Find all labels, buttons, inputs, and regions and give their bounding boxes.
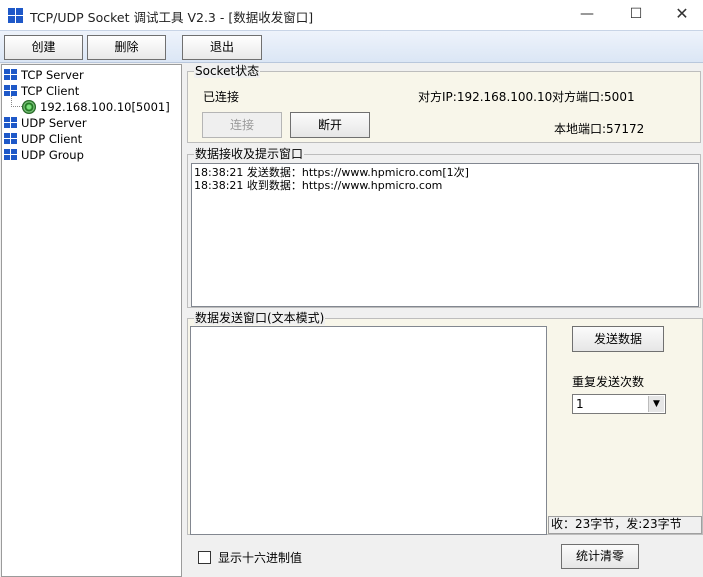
clear-stats-button[interactable]: 统计清零 [561, 544, 639, 569]
client-icon [4, 85, 17, 97]
byte-stats: 收：23字节，发:23字节 [548, 516, 702, 534]
maximize-button[interactable]: ☐ [613, 0, 659, 30]
socket-tree[interactable]: TCP Server TCP Client 192.168.100.10[500… [1, 64, 182, 577]
minimize-button[interactable]: — [564, 0, 610, 30]
toolbar: 创建 删除 退出 [0, 30, 703, 63]
tree-item-label: TCP Server [21, 68, 84, 82]
remote-ip: 对方IP:192.168.100.10 [418, 90, 553, 104]
repeat-count-label: 重复发送次数 [572, 375, 645, 389]
tree-item-label: TCP Client [21, 84, 80, 98]
receive-textarea[interactable]: 18:38:21 发送数据：https://www.hpmicro.com[1次… [191, 163, 699, 307]
repeat-count-value: 1 [576, 397, 584, 411]
group-title: 数据接收及提示窗口 [194, 147, 305, 161]
server-icon [4, 69, 17, 81]
chevron-down-icon[interactable]: ▼ [648, 396, 664, 412]
hex-display-checkbox[interactable] [198, 551, 211, 564]
tree-item-label: UDP Client [21, 132, 83, 146]
send-textarea[interactable] [190, 326, 547, 535]
disconnect-button[interactable]: 断开 [290, 112, 370, 138]
close-button[interactable]: ✕ [659, 0, 703, 30]
connected-icon [22, 100, 36, 114]
tree-item-label: 192.168.100.10[5001] [40, 100, 170, 114]
send-data-button[interactable]: 发送数据 [572, 326, 664, 352]
connection-status: 已连接 [203, 90, 240, 104]
group-icon [4, 149, 17, 161]
create-button[interactable]: 创建 [4, 35, 83, 60]
tree-item-label: UDP Server [21, 116, 87, 130]
client-icon [4, 133, 17, 145]
send-group: 数据发送窗口(文本模式) 发送数据 重复发送次数 1 ▼ 收：23字节，发:23… [187, 311, 703, 535]
tree-item-connection[interactable]: 192.168.100.10[5001] [22, 99, 182, 115]
socket-status-group: Socket状态 已连接 对方IP:192.168.100.10 对方端口:50… [187, 64, 701, 143]
tree-connector [11, 106, 22, 107]
hex-display-label: 显示十六进制值 [218, 551, 303, 565]
group-title: Socket状态 [194, 64, 261, 78]
group-title: 数据发送窗口(文本模式) [194, 311, 326, 325]
log-line: 18:38:21 发送数据：https://www.hpmicro.com[1次… [194, 166, 469, 179]
server-icon [4, 117, 17, 129]
local-port: 本地端口:57172 [554, 122, 645, 136]
delete-button[interactable]: 删除 [87, 35, 166, 60]
connect-button[interactable]: 连接 [202, 112, 282, 138]
receive-group: 数据接收及提示窗口 18:38:21 发送数据：https://www.hpmi… [187, 147, 701, 308]
title-bar: TCP/UDP Socket 调试工具 V2.3 - [数据收发窗口] — ☐ … [0, 0, 703, 30]
tree-item-label: UDP Group [21, 148, 84, 162]
remote-port: 对方端口:5001 [552, 90, 635, 104]
window-title: TCP/UDP Socket 调试工具 V2.3 - [数据收发窗口] [30, 10, 314, 25]
app-icon [8, 8, 23, 23]
repeat-count-select[interactable]: 1 ▼ [572, 394, 666, 414]
exit-button[interactable]: 退出 [182, 35, 262, 60]
log-line: 18:38:21 收到数据：https://www.hpmicro.com [194, 179, 443, 192]
